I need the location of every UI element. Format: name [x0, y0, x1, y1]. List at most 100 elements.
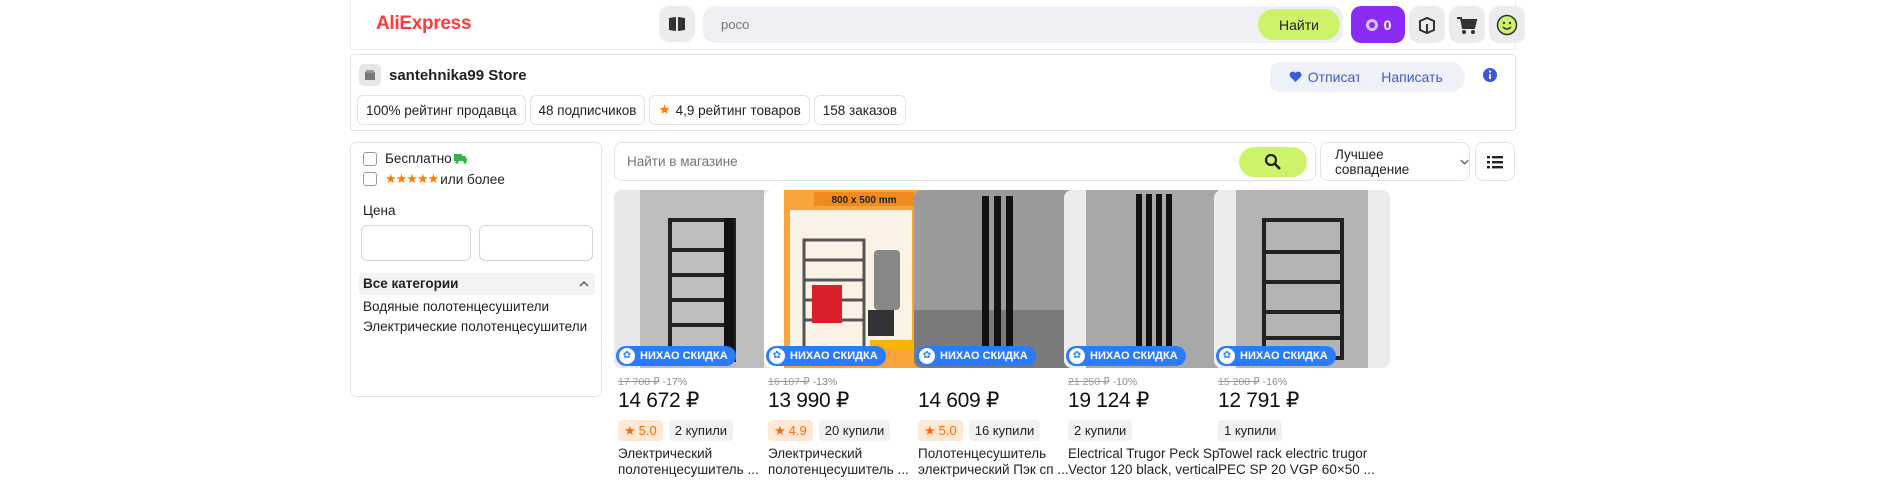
cart-icon — [1457, 16, 1478, 34]
rating-row: ★ 4.9 20 купили — [768, 420, 891, 441]
chevron-up-icon — [579, 281, 589, 287]
aliexpress-logo[interactable]: AliExpress — [376, 13, 472, 35]
price-min-input[interactable] — [361, 225, 471, 261]
sold-count: 1 купили — [1218, 420, 1283, 441]
promo-badge: ✿ НИХАО СКИДКА — [766, 346, 886, 366]
price-label: Цена — [363, 203, 396, 218]
discount: -17% — [662, 376, 688, 388]
category-item-electric[interactable]: Электрические полотенцесушители — [363, 319, 593, 335]
sort-dropdown[interactable]: Лучшее совпадение — [1320, 142, 1470, 181]
old-price-line: 15 200 ₽ -16% — [1218, 376, 1287, 388]
mascot-icon: ✿ — [1219, 348, 1235, 364]
star-icon: ★ — [658, 102, 671, 117]
sold-count: 20 купили — [818, 420, 891, 441]
book-icon — [669, 17, 685, 31]
mascot-icon: ✿ — [919, 348, 935, 364]
all-categories-label: Все категории — [363, 276, 459, 291]
checkbox[interactable] — [363, 151, 377, 166]
price: 13 990 ₽ — [768, 389, 850, 412]
store-stats: 100% рейтинг продавца 48 подписчиков ★ 4,… — [357, 95, 907, 125]
truck-icon — [453, 154, 467, 164]
star-icon: ★ — [774, 422, 786, 438]
price-max-input[interactable] — [479, 225, 593, 261]
catalog-button[interactable] — [659, 6, 695, 42]
category-item-water[interactable]: Водяные полотенцесушители — [363, 299, 593, 315]
search-icon — [1264, 153, 1281, 170]
old-price: 15 200 ₽ — [1218, 376, 1260, 388]
stat-text: 100% рейтинг продавца — [366, 102, 517, 118]
mascot-icon: ✿ — [769, 348, 785, 364]
discount: -10% — [1112, 376, 1138, 388]
product-image[interactable]: ✿ НИХАО СКИДКА — [1214, 190, 1390, 368]
star-icon: ★ — [624, 422, 636, 438]
price: 19 124 ₽ — [1068, 389, 1150, 412]
discount: -13% — [812, 376, 838, 388]
stat-text: 4,9 рейтинг товаров — [675, 102, 801, 118]
rating-stars-icon: ★★★★★ — [385, 171, 439, 186]
store-search-button[interactable] — [1239, 147, 1307, 177]
cart-button[interactable] — [1449, 6, 1485, 43]
badge-text: НИХАО СКИДКА — [640, 350, 728, 362]
orders-button[interactable] — [1409, 6, 1445, 43]
product-title[interactable]: Electrical Trugor Peck Sp Vector 120 bla… — [1068, 446, 1240, 478]
badge-text: НИХАО СКИДКА — [940, 350, 1028, 362]
list-view-button[interactable] — [1475, 142, 1515, 181]
global-search: Найти — [703, 6, 1343, 43]
smiley-icon — [1496, 14, 1518, 35]
stat-chip-rating: 100% рейтинг продавца — [357, 95, 526, 125]
sold-count: 2 купили — [668, 420, 734, 441]
rating-value: 5.0 — [938, 423, 957, 438]
mascot-icon: ✿ — [1069, 348, 1085, 364]
store-search-input[interactable] — [627, 154, 1027, 169]
badge-text: НИХАО СКИДКА — [790, 350, 878, 362]
rating-pill: ★ 4.9 — [768, 420, 813, 441]
badge-text: НИХАО СКИДКА — [1240, 350, 1328, 362]
old-price-line: 17 700 ₽ -17% — [618, 376, 687, 388]
checkbox[interactable] — [363, 172, 377, 186]
stat-text: 48 подписчиков — [538, 102, 637, 118]
old-price: 16 107 ₽ — [768, 376, 810, 388]
rating-row: 2 купили — [1068, 420, 1133, 441]
rating-row: ★ 5.0 2 купили — [618, 420, 734, 441]
product-card[interactable]: ✿ НИХАО СКИДКА 15 200 ₽ -16% 12 791 ₽ 1 к… — [1214, 190, 1390, 477]
sold-count: 16 купили — [968, 420, 1041, 441]
product-title[interactable]: Электрический полотенцесушитель ... — [618, 446, 790, 478]
store-info-bar: santehnika99 Store Отписаться Написать 1… — [350, 54, 1516, 131]
banner-size-text: 800 x 500 mm — [831, 195, 896, 206]
old-price: 21 250 ₽ — [1068, 376, 1110, 388]
coins-button[interactable]: 0 — [1351, 6, 1405, 43]
promo-badge: ✿ НИХАО СКИДКА — [1216, 346, 1336, 366]
product-title[interactable]: Полотенцесушитель электрический Пэк сп .… — [918, 446, 1090, 478]
rating-row: ★ 5.0 16 купили — [918, 420, 1041, 441]
store-name[interactable]: santehnika99 Store — [389, 67, 527, 84]
badge-text: НИХАО СКИДКА — [1090, 350, 1178, 362]
all-categories-header[interactable]: Все категории — [359, 273, 595, 295]
rating-pill: ★ 5.0 — [918, 420, 963, 441]
filter-free-shipping[interactable]: Бесплатно — [363, 151, 468, 166]
message-button[interactable]: Написать — [1359, 62, 1465, 92]
stat-chip-orders: 158 заказов — [813, 95, 907, 125]
rating-row: 1 купили — [1218, 420, 1283, 441]
stat-text: 158 заказов — [822, 102, 898, 118]
store-avatar[interactable] — [359, 64, 381, 86]
promo-badge: ✿ НИХАО СКИДКА — [616, 346, 736, 366]
free-shipping-label: Бесплатно — [385, 151, 452, 166]
info-button[interactable] — [1482, 67, 1498, 88]
price: 14 672 ₽ — [618, 389, 700, 412]
filter-rating[interactable]: ★★★★★ или более — [363, 171, 505, 187]
product-title[interactable]: Электрический полотенцесушитель ... — [768, 446, 940, 478]
sold-count: 2 купили — [1068, 420, 1133, 441]
rating-filter-label: или более — [440, 171, 505, 187]
product-title[interactable]: Towel rack electric trugor PEC SP 20 VGP… — [1218, 446, 1390, 478]
sort-label: Лучшее совпадение — [1335, 146, 1410, 177]
search-button[interactable]: Найти — [1258, 9, 1340, 40]
profile-button[interactable] — [1489, 6, 1525, 43]
towel-rack-image — [1214, 190, 1390, 368]
search-input[interactable] — [721, 17, 1101, 32]
old-price-line: 21 250 ₽ -10% — [1068, 376, 1137, 388]
heart-icon — [1289, 71, 1302, 82]
store-search — [614, 142, 1316, 181]
rating-value: 4.9 — [788, 423, 807, 438]
price: 12 791 ₽ — [1218, 389, 1300, 412]
filter-sidebar: Бесплатно ★★★★★ или более Цена Все катег… — [350, 142, 602, 397]
